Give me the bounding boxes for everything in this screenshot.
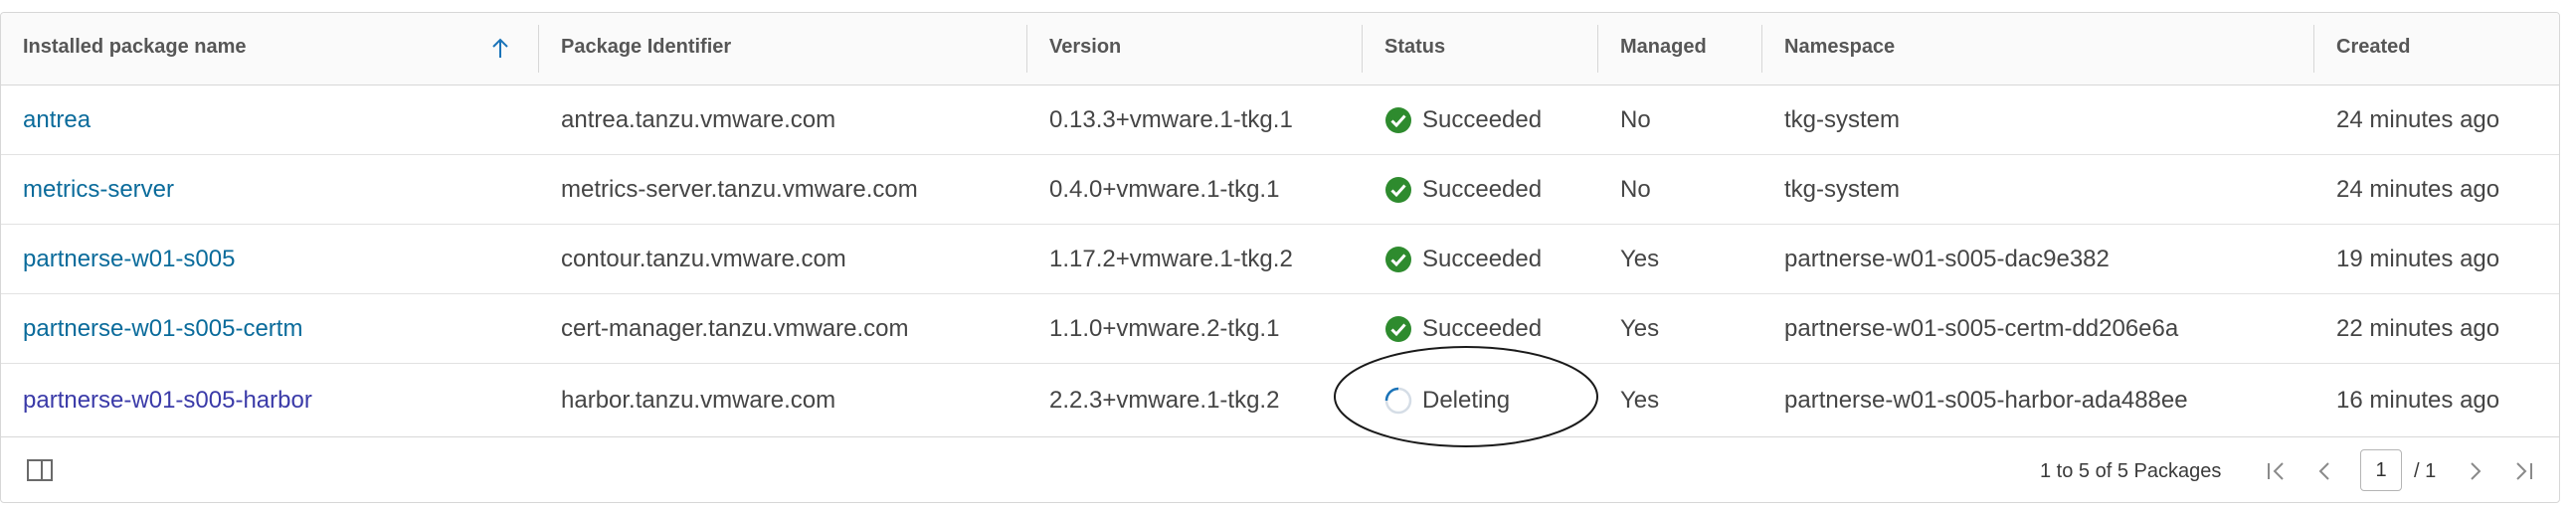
cell-namespace: tkg-system (1762, 85, 2313, 155)
cell-version: 1.1.0+vmware.2-tkg.1 (1027, 294, 1362, 364)
status-text: Succeeded (1422, 246, 1543, 272)
version-text: 0.13.3+vmware.1-tkg.1 (1049, 106, 1293, 133)
cell-created: 22 minutes ago (2314, 294, 2559, 364)
cell-name: partnerse-w01-s005-certm (1, 294, 538, 364)
cell-version: 0.4.0+vmware.1-tkg.1 (1027, 155, 1362, 225)
cell-created: 24 minutes ago (2314, 155, 2559, 225)
cell-status: Succeeded (1363, 85, 1597, 155)
cell-managed: Yes (1598, 225, 1761, 294)
cell-version: 1.17.2+vmware.1-tkg.2 (1027, 225, 1362, 294)
cell-namespace: partnerse-w01-s005-certm-dd206e6a (1762, 294, 2313, 364)
package-name-link[interactable]: partnerse-w01-s005-certm (23, 315, 302, 342)
column-header-created[interactable]: Created (2314, 13, 2559, 85)
cell-identifier: cert-manager.tanzu.vmware.com (539, 294, 1026, 364)
cell-version: 2.2.3+vmware.1-tkg.2 (1027, 364, 1362, 436)
column-header-namespace[interactable]: Namespace (1762, 13, 2313, 85)
managed-text: Yes (1620, 246, 1660, 272)
status-text: Succeeded (1422, 176, 1543, 203)
previous-page-icon[interactable] (2310, 457, 2338, 485)
created-text: 16 minutes ago (2336, 387, 2500, 414)
cell-created: 24 minutes ago (2314, 85, 2559, 155)
table-row: partnerse-w01-s005-certm cert-manager.tan… (1, 294, 2559, 364)
version-text: 0.4.0+vmware.1-tkg.1 (1049, 176, 1280, 203)
check-circle-icon (1385, 247, 1411, 272)
identifier-text: metrics-server.tanzu.vmware.com (561, 176, 918, 203)
version-text: 1.1.0+vmware.2-tkg.1 (1049, 315, 1280, 342)
column-header-status[interactable]: Status (1363, 13, 1597, 85)
created-text: 24 minutes ago (2336, 176, 2500, 203)
cell-managed: No (1598, 85, 1761, 155)
status-text: Succeeded (1422, 106, 1543, 133)
namespace-text: tkg-system (1784, 106, 1901, 133)
identifier-text: cert-manager.tanzu.vmware.com (561, 315, 909, 342)
cell-name: partnerse-w01-s005 (1, 225, 538, 294)
last-page-icon[interactable] (2509, 457, 2537, 485)
namespace-text: partnerse-w01-s005-harbor-ada488ee (1784, 387, 2188, 414)
cell-namespace: tkg-system (1762, 155, 2313, 225)
created-text: 19 minutes ago (2336, 246, 2500, 272)
cell-identifier: harbor.tanzu.vmware.com (539, 364, 1026, 436)
highlight-ellipse (1334, 346, 1598, 447)
cell-name: partnerse-w01-s005-harbor (1, 364, 538, 436)
table-row: partnerse-w01-s005 contour.tanzu.vmware.c… (1, 225, 2559, 294)
cell-status: Succeeded (1363, 225, 1597, 294)
cell-name: antrea (1, 85, 538, 155)
managed-text: Yes (1620, 387, 1660, 414)
package-name-link[interactable]: metrics-server (23, 176, 174, 203)
cell-name: metrics-server (1, 155, 538, 225)
check-circle-icon (1385, 316, 1411, 342)
column-header-version[interactable]: Version (1027, 13, 1362, 85)
cell-created: 16 minutes ago (2314, 364, 2559, 436)
cell-managed: No (1598, 155, 1761, 225)
table-row: antrea antrea.tanzu.vmware.com 0.13.3+vmwa… (1, 85, 2559, 155)
package-name-link[interactable]: partnerse-w01-s005-harbor (23, 387, 312, 414)
table-footer: 1 to 5 of 5 Packages / 1 (1, 436, 2559, 502)
identifier-text: harbor.tanzu.vmware.com (561, 387, 836, 414)
cell-version: 0.13.3+vmware.1-tkg.1 (1027, 85, 1362, 155)
cell-managed: Yes (1598, 294, 1761, 364)
identifier-text: contour.tanzu.vmware.com (561, 246, 846, 272)
arrow-up-icon[interactable] (490, 37, 510, 61)
cell-identifier: contour.tanzu.vmware.com (539, 225, 1026, 294)
managed-text: No (1620, 176, 1651, 203)
column-header-managed[interactable]: Managed (1598, 13, 1761, 85)
page-number-input[interactable] (2360, 449, 2402, 491)
cell-identifier: antrea.tanzu.vmware.com (539, 85, 1026, 155)
table-row: partnerse-w01-s005-harbor harbor.tanzu.vm… (1, 364, 2559, 436)
column-header-identifier[interactable]: Package Identifier (539, 13, 1026, 85)
created-text: 22 minutes ago (2336, 315, 2500, 342)
next-page-icon[interactable] (2462, 457, 2489, 485)
version-text: 1.17.2+vmware.1-tkg.2 (1049, 246, 1293, 272)
namespace-text: partnerse-w01-s005-certm-dd206e6a (1784, 315, 2179, 342)
check-circle-icon (1385, 177, 1411, 203)
check-circle-icon (1385, 107, 1411, 133)
identifier-text: antrea.tanzu.vmware.com (561, 106, 836, 133)
managed-text: Yes (1620, 315, 1660, 342)
cell-status: Succeeded (1363, 155, 1597, 225)
package-name-link[interactable]: partnerse-w01-s005 (23, 246, 235, 272)
namespace-text: partnerse-w01-s005-dac9e382 (1784, 246, 2110, 272)
cell-namespace: partnerse-w01-s005-dac9e382 (1762, 225, 2313, 294)
cell-managed: Yes (1598, 364, 1761, 436)
namespace-text: tkg-system (1784, 176, 1901, 203)
cell-namespace: partnerse-w01-s005-harbor-ada488ee (1762, 364, 2313, 436)
page-total: / 1 (2414, 460, 2437, 482)
packages-datagrid: Installed package name Package Identifie… (0, 12, 2560, 503)
table-header: Installed package name Package Identifie… (1, 13, 2559, 85)
column-header-name[interactable]: Installed package name (1, 13, 538, 85)
created-text: 24 minutes ago (2336, 106, 2500, 133)
column-toggle-icon[interactable] (27, 459, 53, 481)
table-row: metrics-server metrics-server.tanzu.vmwar… (1, 155, 2559, 225)
package-name-link[interactable]: antrea (23, 106, 91, 133)
pagination-range: 1 to 5 of 5 Packages (2040, 460, 2222, 482)
first-page-icon[interactable] (2263, 457, 2291, 485)
version-text: 2.2.3+vmware.1-tkg.2 (1049, 387, 1280, 414)
cell-identifier: metrics-server.tanzu.vmware.com (539, 155, 1026, 225)
cell-created: 19 minutes ago (2314, 225, 2559, 294)
managed-text: No (1620, 106, 1651, 133)
